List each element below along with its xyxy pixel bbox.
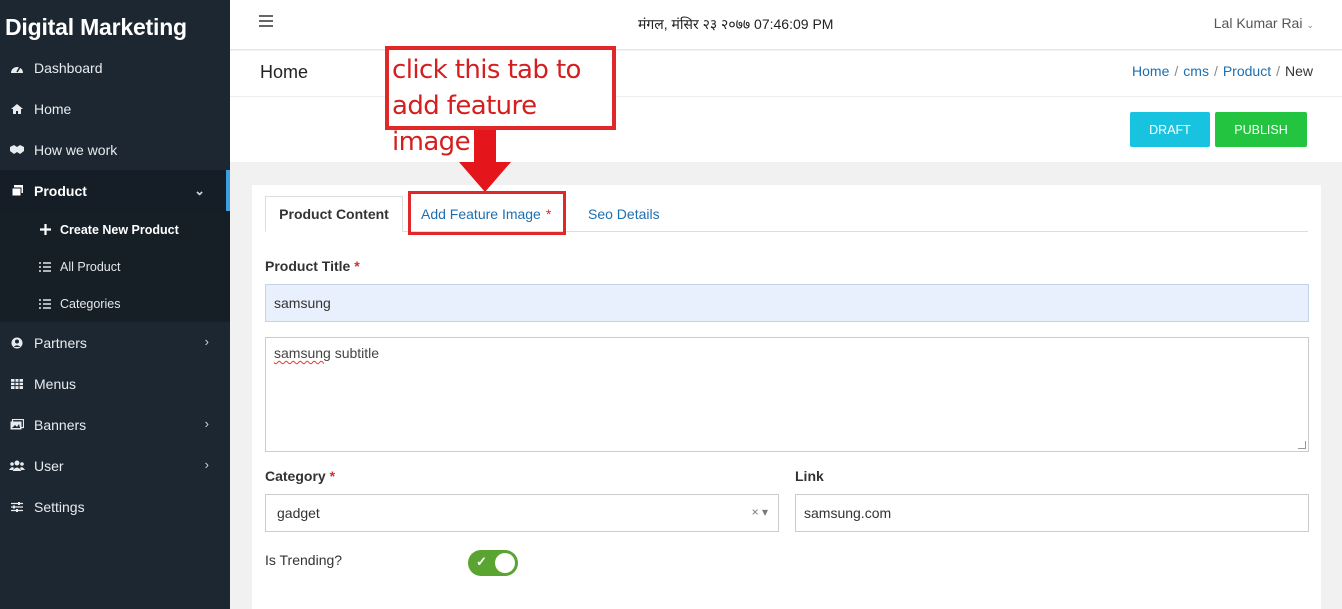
sliders-icon — [9, 500, 25, 514]
tab-seo-details[interactable]: Seo Details — [588, 196, 660, 232]
product-form-card: Product Content Add Feature Image * Seo D… — [252, 185, 1321, 609]
breadcrumb-cms[interactable]: cms — [1183, 63, 1209, 79]
product-icon — [9, 184, 25, 198]
breadcrumb-home[interactable]: Home — [1132, 63, 1169, 79]
submenu-label: Create New Product — [60, 222, 179, 237]
required-marker: * — [545, 206, 552, 222]
breadcrumb-product[interactable]: Product — [1223, 63, 1271, 79]
is-trending-label: Is Trending? — [265, 552, 343, 568]
annotation-line: click this tab to — [392, 55, 581, 85]
sidebar-item-label: Partners — [34, 334, 87, 351]
chevron-down-icon: ⌄ — [1306, 20, 1314, 30]
chevron-right-icon: › — [204, 457, 209, 472]
link-input[interactable]: samsung.com — [795, 494, 1309, 532]
annotation-arrow-head — [459, 162, 511, 192]
sidebar-item-label: Banners — [34, 416, 87, 433]
chevron-right-icon: › — [204, 416, 209, 431]
sidebar-item-label: Settings — [34, 498, 85, 515]
link-label: Link — [795, 468, 824, 484]
chevron-down-icon: ⌄ — [194, 183, 205, 198]
annotation-callout: click this tab to add feature image — [385, 46, 616, 157]
user-menu[interactable]: Lal Kumar Rai ⌄ — [1214, 15, 1314, 31]
product-subtitle-textarea[interactable]: samsung subtitle — [265, 337, 1309, 452]
toggle-knob — [495, 553, 515, 573]
sidebar-item-label: Dashboard — [34, 59, 103, 76]
dashboard-icon — [9, 61, 25, 75]
plus-icon — [38, 224, 52, 235]
category-value: gadget — [277, 505, 320, 521]
grid-icon — [9, 377, 25, 391]
tab-product-content[interactable]: Product Content — [265, 196, 403, 232]
product-submenu: Create New Product All Product Categorie… — [0, 211, 230, 322]
sidebar-item-banners[interactable]: Banners › — [0, 404, 230, 445]
category-select[interactable]: gadget × ▾ — [265, 494, 779, 532]
tab-add-feature-image[interactable]: Add Feature Image * — [421, 196, 551, 232]
submenu-create-new-product[interactable]: Create New Product — [0, 211, 230, 248]
sidebar-item-dashboard[interactable]: Dashboard — [0, 47, 230, 88]
user-name: Lal Kumar Rai — [1213, 15, 1303, 31]
required-marker: * — [329, 468, 336, 484]
category-label: Category * — [265, 468, 336, 484]
list-icon — [38, 298, 52, 309]
draft-button[interactable]: DRAFT — [1130, 112, 1210, 147]
resize-handle[interactable] — [1298, 441, 1306, 449]
sidebar-item-how-we-work[interactable]: How we work — [0, 129, 230, 170]
tab-bar: Product Content Add Feature Image * Seo D… — [265, 196, 1308, 232]
tab-label: Add Feature Image — [421, 206, 541, 222]
sidebar-item-label: User — [34, 457, 64, 474]
page-title: Home — [260, 62, 309, 82]
menu-icon[interactable] — [259, 15, 273, 29]
sidebar-item-label: Menus — [34, 375, 77, 392]
chevron-right-icon: › — [204, 334, 209, 349]
sidebar: Digital Marketing Dashboard Home How we … — [0, 0, 230, 609]
is-trending-toggle[interactable]: ✓ — [468, 550, 518, 576]
sidebar-item-partners[interactable]: Partners › — [0, 322, 230, 363]
publish-button[interactable]: PUBLISH — [1215, 112, 1307, 147]
required-marker: * — [354, 258, 360, 274]
check-icon: ✓ — [476, 554, 487, 569]
sidebar-item-product[interactable]: Product ⌄ — [0, 170, 230, 211]
topbar: मंगल, मंसिर २३ २०७७ 07:46:09 PM Lal Kuma… — [230, 0, 1342, 50]
users-icon — [9, 459, 25, 473]
sidebar-item-label: Home — [34, 100, 72, 117]
handshake-icon — [9, 143, 25, 157]
submenu-all-product[interactable]: All Product — [0, 248, 230, 285]
annotation-arrow — [474, 130, 496, 164]
submenu-label: All Product — [60, 259, 121, 274]
submenu-categories[interactable]: Categories — [0, 285, 230, 322]
breadcrumb: Home / cms / Product / New — [1132, 63, 1313, 79]
image-icon — [9, 418, 25, 432]
user-circle-icon — [9, 336, 25, 350]
breadcrumb-current: New — [1284, 63, 1313, 79]
product-title-label: Product Title * — [265, 258, 360, 274]
sidebar-item-menus[interactable]: Menus — [0, 363, 230, 404]
clear-dropdown-icon[interactable]: × ▾ — [752, 505, 768, 519]
sidebar-item-label: How we work — [34, 141, 118, 158]
sidebar-item-settings[interactable]: Settings — [0, 486, 230, 527]
submenu-label: Categories — [60, 296, 121, 311]
product-title-input[interactable]: samsung — [265, 284, 1309, 322]
home-icon — [9, 102, 25, 116]
current-datetime: मंगल, मंसिर २३ २०७७ 07:46:09 PM — [638, 16, 834, 32]
misspelled-word: samsung — [274, 345, 331, 361]
sidebar-item-home[interactable]: Home — [0, 88, 230, 129]
list-icon — [38, 261, 52, 272]
sidebar-item-user[interactable]: User › — [0, 445, 230, 486]
sidebar-item-label: Product — [34, 182, 87, 199]
annotation-line: add feature image — [392, 91, 537, 157]
